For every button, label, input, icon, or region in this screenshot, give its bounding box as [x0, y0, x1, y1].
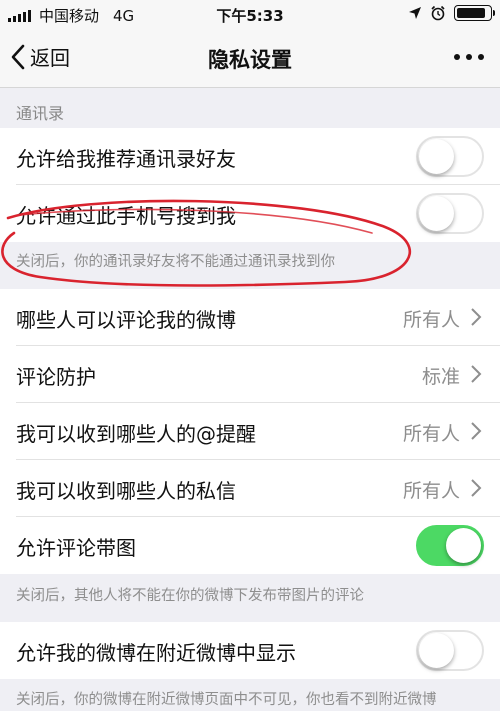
setting-private-messages[interactable]: 我可以收到哪些人的私信 所有人	[0, 460, 500, 517]
setting-label: 允许给我推荐通讯录好友	[16, 147, 236, 171]
setting-label: 允许我的微博在附近微博中显示	[16, 641, 296, 665]
contacts-footnote: 关闭后，你的通讯录好友将不能通过通讯录找到你	[16, 254, 335, 270]
setting-value: 所有人	[402, 309, 460, 331]
setting-label: 我可以收到哪些人的私信	[16, 479, 236, 503]
navigation-bar: 返回 隐私设置	[0, 30, 500, 88]
nearby-display-toggle[interactable]	[416, 630, 484, 671]
alarm-clock-icon	[431, 5, 445, 21]
section-header-contacts: 通讯录	[16, 104, 65, 123]
chevron-left-icon	[11, 44, 25, 69]
setting-who-can-comment[interactable]: 哪些人可以评论我的微博 所有人	[0, 289, 500, 346]
chevron-right-icon	[471, 479, 482, 497]
comment-images-footnote: 关闭后，其他人将不能在你的微博下发布带图片的评论	[16, 588, 364, 604]
location-arrow-icon	[409, 7, 421, 19]
setting-mention-alerts[interactable]: 我可以收到哪些人的@提醒 所有人	[0, 403, 500, 460]
more-dots-icon[interactable]	[454, 54, 484, 60]
comment-images-toggle[interactable]	[416, 525, 484, 566]
chevron-right-icon	[471, 308, 482, 326]
recommend-contacts-toggle[interactable]	[416, 136, 484, 177]
setting-find-by-phone: 允许通过此手机号搜到我	[0, 185, 500, 242]
setting-nearby-display: 允许我的微博在附近微博中显示	[0, 622, 500, 679]
back-button[interactable]: 返回	[10, 42, 70, 71]
status-bar: 中国移动 4G 下午5:33	[0, 0, 500, 30]
setting-comment-protection[interactable]: 评论防护 标准	[0, 346, 500, 403]
nearby-footnote: 关闭后，你的微博在附近微博页面中不可见，你也看不到附近微博	[16, 692, 437, 708]
setting-label: 允许通过此手机号搜到我	[16, 204, 236, 228]
setting-label: 允许评论带图	[16, 536, 136, 560]
setting-value: 标准	[421, 366, 460, 388]
setting-label: 评论防护	[16, 365, 96, 389]
setting-label: 哪些人可以评论我的微博	[16, 308, 236, 332]
setting-comment-images: 允许评论带图	[0, 517, 500, 574]
back-label: 返回	[30, 46, 70, 70]
status-right	[408, 5, 495, 21]
battery-icon	[454, 5, 495, 21]
chevron-right-icon	[471, 365, 482, 383]
page-title: 隐私设置	[208, 48, 292, 72]
setting-recommend-contacts: 允许给我推荐通讯录好友	[0, 128, 500, 185]
find-by-phone-toggle[interactable]	[416, 193, 484, 234]
chevron-right-icon	[471, 422, 482, 440]
setting-value: 所有人	[402, 423, 460, 445]
setting-value: 所有人	[402, 480, 460, 502]
setting-label: 我可以收到哪些人的@提醒	[16, 422, 256, 446]
